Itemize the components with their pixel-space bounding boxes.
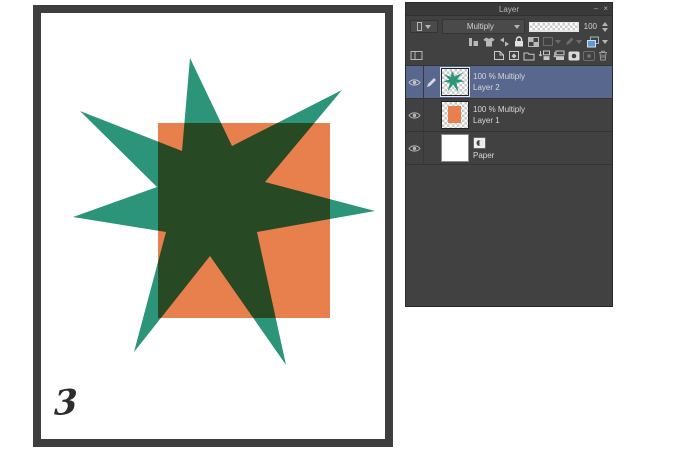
pencil-icon	[427, 77, 436, 87]
draft-layer-button[interactable]	[483, 37, 495, 47]
layer-row-layer2[interactable]: 100 % Multiply Layer 2	[406, 66, 612, 99]
visibility-toggle[interactable]	[408, 78, 421, 87]
opacity-slider[interactable]	[528, 21, 579, 32]
delete-layer-button[interactable]	[598, 50, 608, 61]
layer-name: Paper	[473, 150, 495, 160]
minimize-button[interactable]: –	[594, 4, 598, 14]
layer-blend-info: 100 % Multiply	[473, 104, 526, 114]
canvas-artboard[interactable]: 3	[33, 5, 393, 447]
square-icon	[417, 22, 422, 31]
trash-icon	[599, 50, 607, 61]
palette-color-button[interactable]	[410, 20, 438, 33]
new-layer-icon	[494, 51, 504, 60]
layer-list: 100 % Multiply Layer 2 100 % Multiply La…	[406, 65, 612, 165]
pen-dropdown[interactable]	[565, 37, 582, 46]
workspace: 3 Layer – × Multiply 100 100 % Multiply …	[0, 0, 700, 450]
apply-mask-icon	[583, 50, 595, 61]
double-arrow-icon	[500, 37, 509, 46]
panel-layout-icon	[410, 51, 423, 60]
arrow-down-icon	[602, 27, 608, 32]
blend-mode-value: Multiply	[466, 22, 494, 31]
artwork	[73, 58, 375, 365]
layer-blend-info: 100 % Multiply	[473, 71, 526, 81]
clip-icon	[469, 37, 478, 46]
visibility-toggle[interactable]	[408, 111, 421, 120]
visibility-toggle[interactable]	[408, 144, 421, 153]
square-icon	[543, 37, 553, 46]
star-thumbnail-icon	[443, 70, 465, 93]
new-vector-layer-icon	[509, 51, 519, 60]
eye-icon	[408, 111, 421, 119]
layer-thumbnail[interactable]	[441, 134, 469, 162]
eye-icon	[408, 144, 421, 152]
checkered-square-icon	[528, 36, 539, 47]
new-raster-layer-button[interactable]	[493, 50, 505, 61]
square-thumbnail-icon	[448, 106, 461, 123]
opacity-stepper[interactable]	[602, 21, 608, 32]
layer-row-layer1[interactable]: 100 % Multiply Layer 1	[406, 99, 612, 132]
panel-title: Layer	[498, 4, 519, 14]
palette-layout-button[interactable]	[410, 50, 423, 61]
blend-mode-select[interactable]: Multiply	[442, 19, 525, 34]
pen-icon	[566, 37, 574, 45]
merge-down-button[interactable]	[553, 50, 565, 61]
layers-icon	[587, 36, 599, 47]
lock-icon	[515, 36, 523, 47]
layer-thumbnail[interactable]	[440, 67, 470, 97]
create-mask-button[interactable]	[568, 51, 580, 61]
new-folder-button[interactable]	[523, 51, 535, 61]
chevron-down-icon	[602, 39, 608, 44]
merge-down-icon	[553, 50, 565, 60]
arrow-up-icon	[602, 21, 608, 26]
eye-icon	[408, 78, 421, 86]
new-vector-layer-button[interactable]	[508, 50, 520, 61]
blend-opacity-row: Multiply 100	[406, 16, 612, 35]
transfer-down-icon	[538, 50, 550, 60]
clip-to-layer-button[interactable]	[468, 37, 479, 47]
layer-commands-row	[406, 48, 612, 63]
layer-mask-icon	[568, 51, 580, 60]
paper-icon	[473, 136, 486, 149]
layer-row-paper[interactable]: Paper	[406, 132, 612, 165]
layer-panel: Layer – × Multiply 100 100 % Multiply La…	[405, 2, 613, 307]
apply-mask-button[interactable]	[583, 50, 595, 61]
shirt-icon	[483, 37, 495, 46]
reference-layer-dropdown[interactable]	[543, 37, 561, 46]
lock-layer-button[interactable]	[514, 36, 524, 47]
folder-icon	[523, 52, 535, 60]
lock-transparent-pixels-button[interactable]	[499, 37, 510, 47]
layer-palette-dropdown[interactable]	[586, 36, 608, 48]
layer-thumbnail[interactable]	[441, 101, 469, 129]
page-number: 3	[53, 381, 78, 425]
layer-toggles-row	[406, 35, 612, 48]
close-button[interactable]: ×	[603, 4, 608, 14]
layer-name: Layer 1	[473, 115, 500, 125]
transfer-down-button[interactable]	[538, 50, 550, 61]
chevron-down-icon	[555, 39, 561, 44]
chevron-down-icon	[576, 39, 582, 44]
panel-titlebar: Layer – ×	[406, 3, 612, 16]
opacity-value: 100	[583, 22, 597, 31]
chevron-down-icon	[425, 24, 431, 29]
star-shape	[73, 58, 375, 365]
chevron-down-icon	[513, 24, 520, 29]
enable-mask-button[interactable]	[528, 36, 539, 47]
layer-name: Layer 2	[473, 82, 500, 92]
